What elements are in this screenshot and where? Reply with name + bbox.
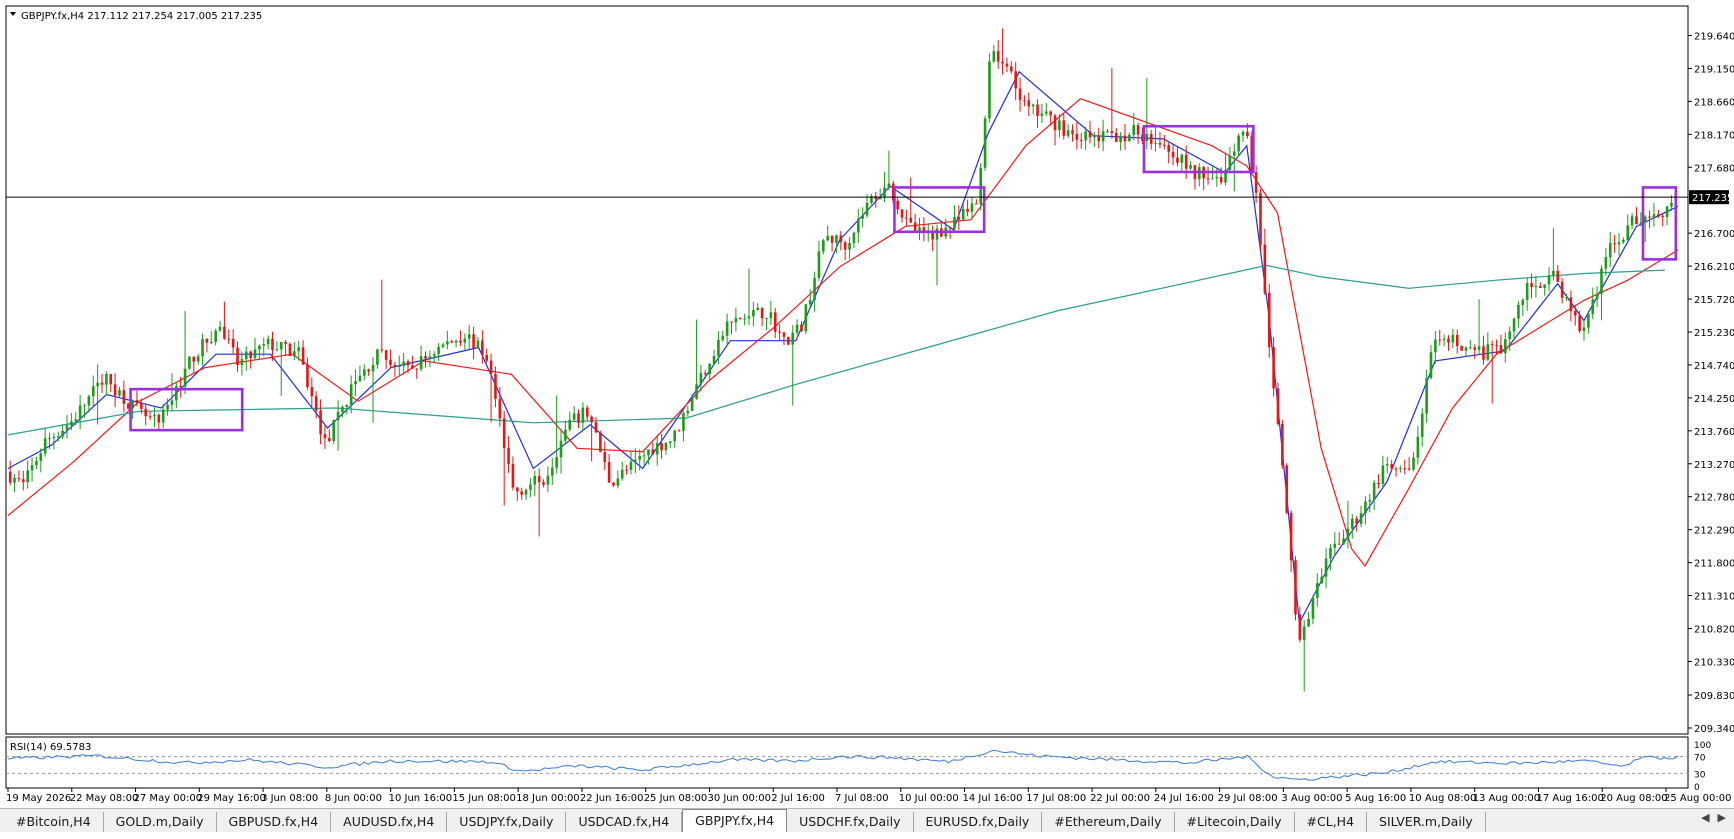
time-tick-label: 29 May 16:00	[197, 793, 266, 804]
time-tick-label: 29 Jul 08:00	[1218, 793, 1278, 804]
price-tick-label: 211.310	[1694, 592, 1734, 603]
candle	[1267, 283, 1271, 358]
time-tick-label: 25 Aug 00:00	[1664, 793, 1731, 804]
candle	[804, 304, 808, 335]
symbol-tab[interactable]: GBPUSD.fx,H4	[217, 812, 332, 832]
candle	[288, 342, 292, 357]
time-tick-label: 14 Jul 16:00	[963, 793, 1023, 804]
price-tick-label: 213.760	[1694, 427, 1734, 438]
price-tick-label: 219.640	[1694, 31, 1734, 42]
time-tick-label: 20 Aug 08:00	[1600, 793, 1667, 804]
symbol-tab[interactable]: USDCHF.fx,Daily	[787, 812, 914, 832]
time-tick-label: 22 Jun 16:00	[580, 793, 644, 804]
price-tick-label: 212.780	[1694, 493, 1734, 504]
price-tick-label: 216.700	[1694, 229, 1734, 240]
price-tick-label: 211.800	[1694, 559, 1734, 570]
time-tick-label: 18 Jun 00:00	[516, 793, 580, 804]
candle	[332, 419, 335, 445]
time-tick-label: 3 Aug 00:00	[1281, 793, 1342, 804]
price-tick-label: 210.820	[1694, 624, 1734, 635]
candle	[988, 53, 991, 123]
time-tick-label: 17 Jul 08:00	[1026, 793, 1086, 804]
symbol-tab[interactable]: #Ethereum,Daily	[1042, 812, 1175, 832]
price-tick-label: 212.290	[1694, 526, 1734, 537]
price-tick-label: 209.830	[1694, 691, 1734, 702]
rsi-scale-label: 0	[1694, 783, 1700, 793]
symbol-tab[interactable]: GBPJPY.fx,H4	[682, 809, 788, 832]
time-tick-label: 17 Aug 16:00	[1536, 793, 1603, 804]
price-tick-label: 214.740	[1694, 361, 1734, 372]
rsi-label: RSI(14) 69.5783	[10, 742, 91, 753]
time-tick-label: 15 Jun 08:00	[452, 793, 516, 804]
symbol-tab[interactable]: AUDUSD.fx,H4	[331, 812, 448, 832]
scroll-right-icon[interactable]: ▶	[1718, 811, 1726, 824]
price-tick-label: 218.170	[1694, 130, 1734, 141]
price-tick-label: 213.270	[1694, 460, 1734, 471]
time-tick-label: 3 Jun 08:00	[261, 793, 318, 804]
symbol-tab[interactable]: GOLD.m,Daily	[104, 812, 217, 832]
price-tick-label: 218.660	[1694, 97, 1734, 108]
time-tick-label: 8 Jun 00:00	[325, 793, 382, 804]
price-tick-label: 216.210	[1694, 262, 1734, 273]
symbol-tab[interactable]: EURUSD.fx,Daily	[914, 812, 1043, 832]
candle	[599, 430, 602, 453]
price-tick-label: 209.340	[1694, 724, 1734, 735]
symbol-tab[interactable]: #Bitcoin,H4	[4, 812, 104, 832]
time-tick-label: 22 Jul 00:00	[1090, 793, 1150, 804]
rsi-scale-label: 100	[1694, 741, 1711, 751]
time-tick-label: 24 Jul 16:00	[1154, 793, 1214, 804]
rsi-scale-label: 30	[1694, 770, 1706, 780]
price-tick-label: 215.720	[1694, 295, 1734, 306]
symbol-tab[interactable]: SILVER.m,Daily	[1367, 812, 1486, 832]
candle	[1460, 345, 1463, 351]
price-axis: 219.640 219.150 218.660 218.170 217.680 216.7…	[1688, 31, 1734, 735]
time-tick-label: 10 Aug 08:00	[1409, 793, 1476, 804]
price-tick-label: 214.250	[1694, 394, 1734, 405]
candle	[1276, 382, 1280, 426]
time-tick-label: 7 Jul 08:00	[835, 793, 889, 804]
symbol-tab[interactable]: USDCAD.fx,H4	[566, 812, 683, 832]
symbol-tab[interactable]: USDJPY.fx,Daily	[447, 812, 567, 832]
candle	[1259, 188, 1262, 252]
time-tick-label: 30 Jun 00:00	[707, 793, 771, 804]
trading-terminal: 217.235 219.640 219.150 218.660 218.170 217.…	[5, 5, 1734, 804]
candle	[1285, 463, 1289, 515]
candle	[1294, 556, 1297, 621]
candle	[983, 115, 987, 171]
time-tick-label: 19 May 2026	[6, 793, 71, 804]
time-tick-label: 10 Jul 00:00	[899, 793, 959, 804]
time-tick-label: 22 May 08:00	[70, 793, 139, 804]
symbol-header: GBPJPY.fx,H4 217.112 217.254 217.005 217…	[21, 11, 262, 22]
price-tick-label: 215.230	[1694, 328, 1734, 339]
candle	[738, 317, 742, 320]
symbol-tab[interactable]: #CL,H4	[1295, 812, 1368, 832]
symbol-tab[interactable]: #Litecoin,Daily	[1175, 812, 1295, 832]
price-tick-label: 217.680	[1694, 163, 1734, 174]
tab-scroll-controls: ◀ ▶	[1701, 811, 1726, 824]
time-axis: 19 May 202622 May 08:0027 May 00:0029 Ma…	[6, 788, 1731, 804]
time-tick-label: 13 Aug 00:00	[1473, 793, 1540, 804]
time-tick-label: 10 Jun 16:00	[389, 793, 453, 804]
time-tick-label: 27 May 00:00	[134, 793, 203, 804]
current-price-label: 217.235	[1692, 193, 1733, 204]
scroll-left-icon[interactable]: ◀	[1701, 811, 1709, 824]
candle	[188, 356, 191, 370]
candle	[787, 336, 790, 346]
candle	[1281, 419, 1284, 469]
time-tick-label: 2 Jul 16:00	[771, 793, 825, 804]
tabs-container: #Bitcoin,H4 GOLD.m,Daily GBPUSD.fx,H4 AUDUS…	[0, 809, 1486, 832]
price-tick-label: 219.150	[1694, 64, 1734, 75]
symbol-tab-bar: #Bitcoin,H4 GOLD.m,Daily GBPUSD.fx,H4 AUDUS…	[0, 808, 1734, 832]
time-tick-label: 5 Aug 16:00	[1345, 793, 1406, 804]
time-tick-label: 25 Jun 08:00	[644, 793, 708, 804]
price-tick-label: 210.330	[1694, 657, 1734, 668]
rsi-scale-label: 70	[1694, 754, 1706, 764]
